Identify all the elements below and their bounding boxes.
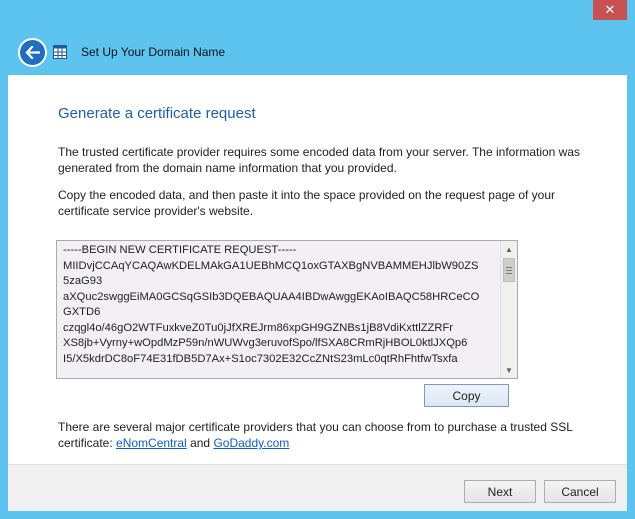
- instruction-paragraph: Copy the encoded data, and then paste it…: [58, 188, 556, 218]
- certificate-request-textbox[interactable]: -----BEGIN NEW CERTIFICATE REQUEST----- …: [56, 240, 518, 379]
- close-button[interactable]: ✕: [593, 0, 627, 20]
- enomcentral-link[interactable]: eNomCentral: [116, 436, 187, 450]
- scroll-up-icon[interactable]: ▲: [501, 241, 517, 257]
- godaddy-link[interactable]: GoDaddy.com: [213, 436, 289, 450]
- scroll-down-icon[interactable]: ▼: [501, 362, 517, 378]
- back-arrow-icon: [25, 46, 40, 59]
- scroll-thumb[interactable]: [503, 258, 515, 282]
- wizard-footer: Next Cancel: [8, 464, 627, 511]
- vertical-scrollbar[interactable]: ▲ ▼: [500, 241, 517, 378]
- window-title: Set Up Your Domain Name: [81, 45, 226, 59]
- next-button[interactable]: Next: [464, 480, 536, 503]
- wizard-header: Set Up Your Domain Name: [8, 30, 627, 75]
- copy-button[interactable]: Copy: [424, 384, 509, 407]
- window-frame: ✕ Set Up Your Domain Name Generate a cer…: [0, 0, 635, 519]
- content-panel: Generate a certificate request The trust…: [8, 75, 627, 464]
- back-button[interactable]: [18, 38, 47, 67]
- providers-paragraph: There are several major certificate prov…: [58, 419, 608, 451]
- cancel-button[interactable]: Cancel: [544, 480, 616, 503]
- window-grid-icon: [53, 45, 67, 59]
- page-heading: Generate a certificate request: [58, 105, 256, 122]
- and-text: and: [186, 436, 214, 450]
- close-icon: ✕: [604, 2, 616, 18]
- certificate-request-text: -----BEGIN NEW CERTIFICATE REQUEST----- …: [63, 244, 480, 365]
- description-paragraph: The trusted certificate provider require…: [58, 145, 581, 175]
